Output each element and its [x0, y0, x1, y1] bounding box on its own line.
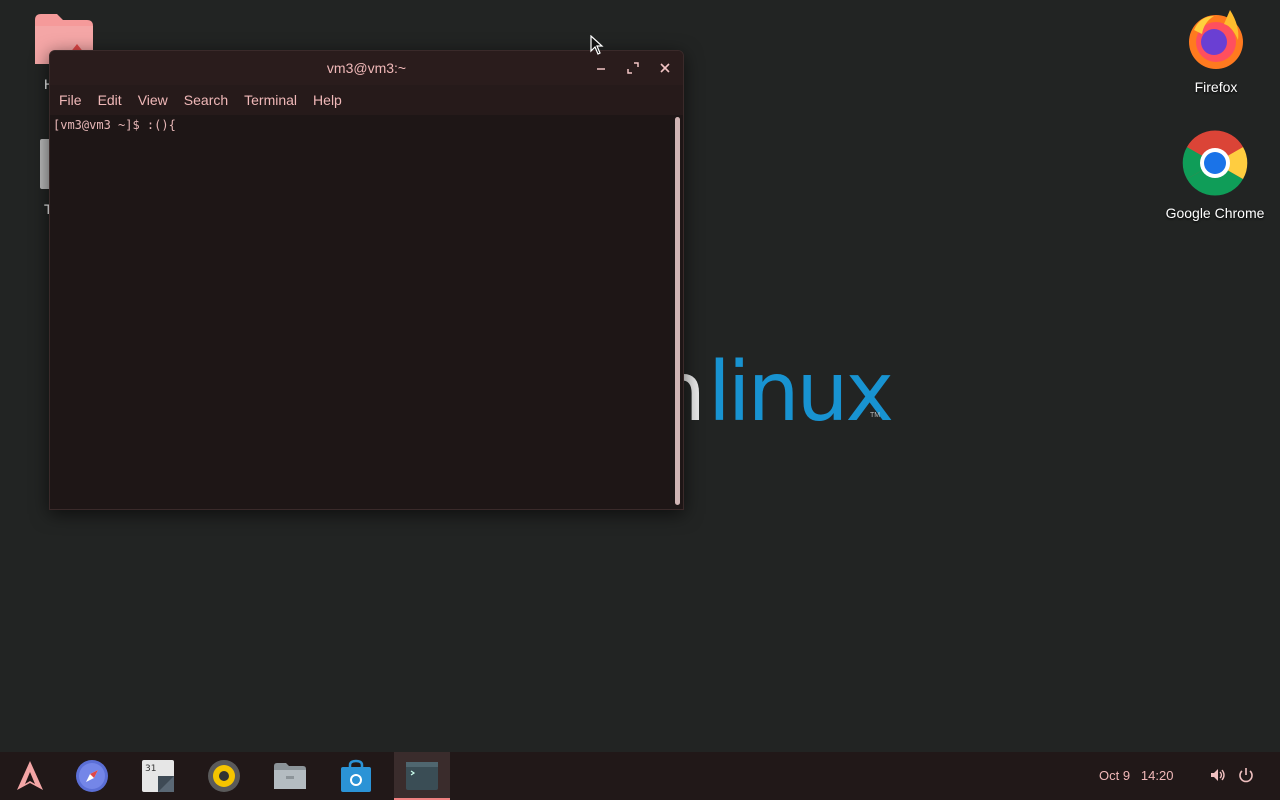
firefox-icon	[1189, 10, 1243, 69]
chrome-label: Google Chrome	[1165, 205, 1265, 221]
power-button[interactable]	[1237, 766, 1255, 784]
menu-search[interactable]: Search	[179, 92, 233, 108]
software-store-launcher[interactable]	[338, 758, 374, 794]
maximize-icon	[627, 62, 639, 74]
close-icon	[660, 63, 670, 73]
mouse-cursor-icon	[590, 35, 604, 55]
calendar-launcher[interactable]: 31	[140, 758, 176, 794]
arch-logo-icon	[17, 761, 43, 790]
terminal-icon	[406, 762, 438, 790]
terminal-task-button[interactable]	[394, 752, 450, 800]
terminal-scrollbar[interactable]	[675, 117, 680, 505]
terminal-titlebar[interactable]: vm3@vm3:~	[50, 51, 683, 85]
taskbar: 31 Oct 9 14:20	[0, 752, 1280, 800]
speaker-icon	[208, 760, 240, 792]
prompt-line: [vm3@vm3 ~]$ :(){	[53, 118, 176, 132]
power-icon	[1239, 768, 1253, 783]
volume-button[interactable]	[1209, 766, 1227, 784]
menu-file[interactable]: File	[54, 92, 87, 108]
menu-help[interactable]: Help	[308, 92, 347, 108]
menu-view[interactable]: View	[133, 92, 173, 108]
volume-icon	[1211, 769, 1225, 781]
clock-time: 14:20	[1140, 768, 1174, 783]
folder-icon	[274, 763, 306, 789]
menu-edit[interactable]: Edit	[93, 92, 127, 108]
window-title: vm3@vm3:~	[326, 60, 407, 76]
chrome-icon	[1182, 130, 1248, 196]
shopping-bag-icon	[341, 759, 371, 792]
terminal-output[interactable]: [vm3@vm3 ~]$ :(){	[50, 115, 683, 509]
firefox-desktop-icon[interactable]: Firefox	[1176, 8, 1256, 95]
calendar-icon: 31	[142, 760, 174, 792]
chrome-desktop-icon[interactable]: Google Chrome	[1160, 130, 1270, 221]
file-manager-launcher[interactable]	[272, 758, 308, 794]
minimize-icon	[597, 68, 605, 70]
app-menu-button[interactable]	[12, 758, 48, 794]
svg-text:31: 31	[145, 764, 156, 774]
web-browser-launcher[interactable]	[74, 758, 110, 794]
terminal-menubar: File Edit View Search Terminal Help	[50, 85, 683, 115]
taskbar-clock[interactable]: Oct 9 14:20	[1099, 768, 1173, 783]
logo-trademark: TM	[870, 412, 881, 419]
minimize-button[interactable]	[592, 59, 610, 77]
compass-icon	[76, 760, 108, 792]
maximize-button[interactable]	[624, 59, 642, 77]
terminal-window: vm3@vm3:~ File Edit View Search Terminal…	[49, 50, 684, 510]
firefox-label: Firefox	[1194, 79, 1238, 95]
close-button[interactable]	[656, 59, 674, 77]
logo-text: linux	[708, 345, 894, 440]
music-player-launcher[interactable]	[206, 758, 242, 794]
menu-terminal[interactable]: Terminal	[239, 92, 302, 108]
clock-date: Oct 9	[1099, 768, 1131, 783]
